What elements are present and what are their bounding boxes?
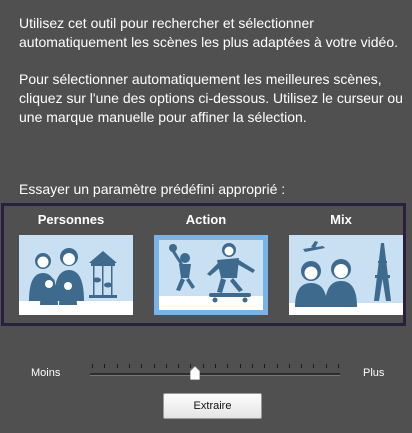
slider-tick <box>227 364 228 368</box>
slider-tick <box>190 364 191 368</box>
slider-tick <box>289 364 290 368</box>
slider-tick <box>326 364 327 368</box>
preset-option-mix[interactable]: Mix <box>276 206 406 315</box>
family-carousel-icon[interactable] <box>19 235 133 315</box>
slider-tick <box>277 364 278 368</box>
preset-panel: Personnes Action Mix <box>1 203 406 326</box>
slider-tick <box>178 364 179 368</box>
preset-option-personnes[interactable]: Personnes <box>6 206 136 315</box>
slider-tick <box>215 364 216 368</box>
slider-min-label: Moins <box>31 367 61 379</box>
preset-option-action[interactable]: Action <box>141 206 271 315</box>
slider-tick <box>129 364 130 368</box>
slider-tick <box>166 364 167 368</box>
instruction-text: Pour sélectionner automatiquement les me… <box>19 71 403 125</box>
slider-tick <box>301 364 302 368</box>
preset-label-action: Action <box>185 212 227 227</box>
selection-slider[interactable]: Moins Plus <box>0 358 412 388</box>
slider-tick <box>203 364 204 368</box>
slider-tick <box>264 364 265 368</box>
slider-track[interactable] <box>90 373 340 376</box>
preset-label-personnes: Personnes <box>37 212 105 227</box>
slider-tick <box>252 364 253 368</box>
intro-text: Utilisez cet outil pour rechercher et sé… <box>19 15 399 50</box>
slider-tick <box>92 364 93 368</box>
slider-thumb[interactable] <box>190 366 201 380</box>
slider-tick <box>313 364 314 368</box>
slider-tick <box>240 364 241 368</box>
sports-skateboard-icon[interactable] <box>154 235 268 315</box>
extract-button[interactable]: Extraire <box>163 393 262 419</box>
slider-max-label: Plus <box>363 367 385 379</box>
travel-eiffel-tower-icon[interactable] <box>289 235 403 315</box>
slider-tick <box>117 364 118 368</box>
slider-tick <box>154 364 155 368</box>
preset-prompt: Essayer un paramètre prédéfini approprié… <box>19 181 286 197</box>
slider-tick <box>104 364 105 368</box>
slider-tick <box>141 364 142 368</box>
preset-label-mix: Mix <box>330 212 352 227</box>
slider-tick <box>338 364 339 368</box>
